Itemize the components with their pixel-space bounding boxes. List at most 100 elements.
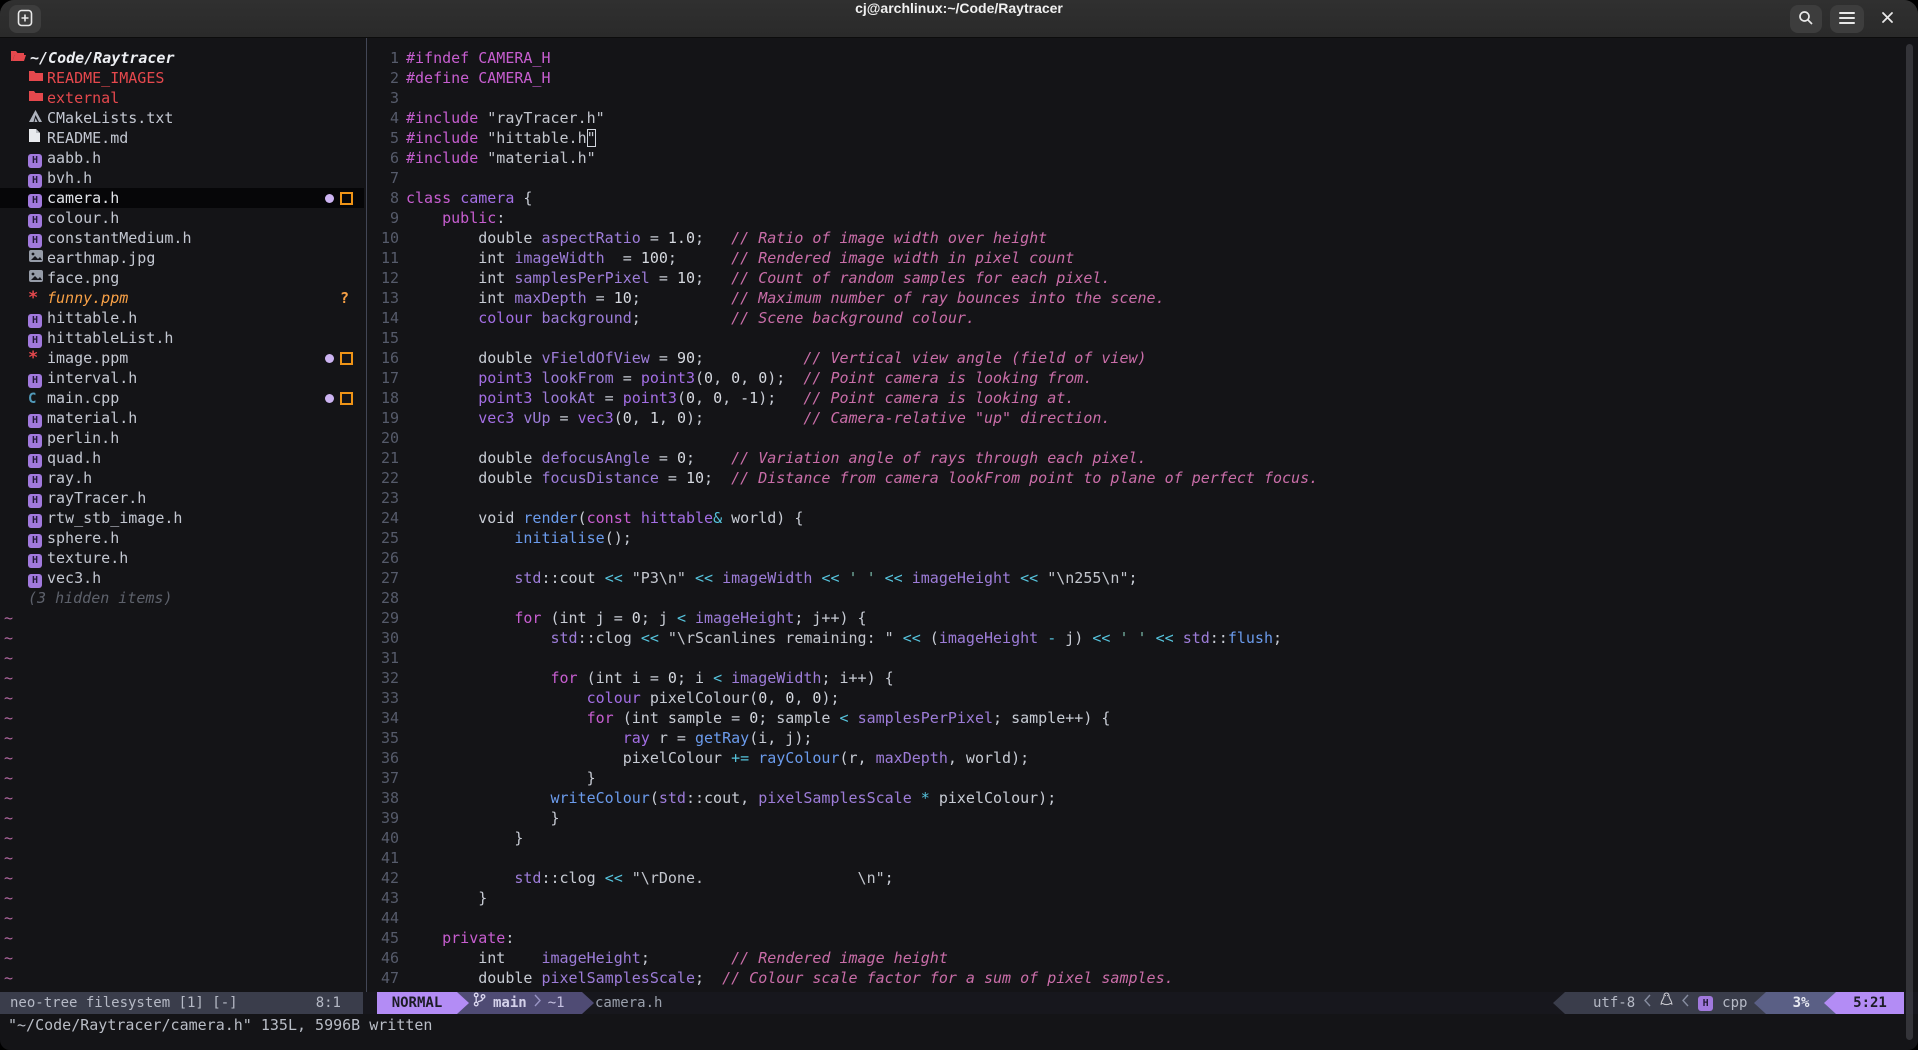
code-line-20[interactable]: 20 [367,428,1918,448]
code-line-2[interactable]: 2#define CAMERA_H [367,68,1918,88]
code-line-45[interactable]: 45 private: [367,928,1918,948]
tree-item-hittable-h[interactable]: Hhittable.h [0,308,364,328]
code-line-7[interactable]: 7 [367,168,1918,188]
window-title: cj@archlinux:~/Code/Raytracer [0,0,1918,38]
tree-item-interval-h[interactable]: Hinterval.h [0,368,364,388]
code-line-9[interactable]: 9 public: [367,208,1918,228]
code-line-40[interactable]: 40 } [367,828,1918,848]
code-line-8[interactable]: 8class camera { [367,188,1918,208]
code-line-14[interactable]: 14 colour background; // Scene backgroun… [367,308,1918,328]
code-line-3[interactable]: 3 [367,88,1918,108]
code-line-28[interactable]: 28 [367,588,1918,608]
tree-item-hittablelist-h[interactable]: HhittableList.h [0,328,364,348]
code-line-41[interactable]: 41 [367,848,1918,868]
code-text: #include "material.h" [406,148,596,168]
cmake-icon [28,108,46,128]
code-line-5[interactable]: 5#include "hittable.h" [367,128,1918,148]
code-line-10[interactable]: 10 double aspectRatio = 1.0; // Ratio of… [367,228,1918,248]
tree-item-material-h[interactable]: Hmaterial.h [0,408,364,428]
tree-hidden-items-note[interactable]: (3 hidden items) [0,588,364,608]
line-number: 18 [367,388,399,408]
code-text: ray r = getRay(i, j); [406,728,812,748]
code-line-38[interactable]: 38 writeColour(std::cout, pixelSamplesSc… [367,788,1918,808]
code-line-31[interactable]: 31 [367,648,1918,668]
code-line-33[interactable]: 33 colour pixelColour(0, 0, 0); [367,688,1918,708]
statusline-right-segment: utf-8 H cpp [1565,992,1766,1014]
code-line-17[interactable]: 17 point3 lookFrom = point3(0, 0, 0); //… [367,368,1918,388]
code-line-37[interactable]: 37 } [367,768,1918,788]
code-line-25[interactable]: 25 initialise(); [367,528,1918,548]
code-line-4[interactable]: 4#include "rayTracer.h" [367,108,1918,128]
tree-item-sphere-h[interactable]: Hsphere.h [0,528,364,548]
code-line-12[interactable]: 12 int samplesPerPixel = 10; // Count of… [367,268,1918,288]
mode-indicator: NORMAL [377,992,457,1014]
code-line-46[interactable]: 46 int imageHeight; // Rendered image he… [367,948,1918,968]
code-text: #ifndef CAMERA_H [406,48,551,68]
tree-item-main-cpp[interactable]: Cmain.cpp [0,388,364,408]
search-button[interactable] [1790,5,1822,33]
code-line-34[interactable]: 34 for (int sample = 0; sample < samples… [367,708,1918,728]
code-line-16[interactable]: 16 double vFieldOfView = 90; // Vertical… [367,348,1918,368]
tree-item--code-raytracer[interactable]: ~/Code/Raytracer [0,48,364,68]
code-line-6[interactable]: 6#include "material.h" [367,148,1918,168]
file-name: texture.h [47,548,128,568]
file-name: colour.h [47,208,119,228]
code-line-11[interactable]: 11 int imageWidth = 100; // Rendered ima… [367,248,1918,268]
tree-item-readme-md[interactable]: README.md [0,128,364,148]
file-name: sphere.h [47,528,119,548]
code-line-43[interactable]: 43 } [367,888,1918,908]
menu-button[interactable] [1830,5,1864,33]
tree-item-bvh-h[interactable]: Hbvh.h [0,168,364,188]
file-name: earthmap.jpg [47,248,155,268]
code-line-13[interactable]: 13 int maxDepth = 10; // Maximum number … [367,288,1918,308]
tree-item-texture-h[interactable]: Htexture.h [0,548,364,568]
code-line-44[interactable]: 44 [367,908,1918,928]
code-line-24[interactable]: 24 void render(const hittable& world) { [367,508,1918,528]
code-line-1[interactable]: 1#ifndef CAMERA_H [367,48,1918,68]
file-name: aabb.h [47,148,101,168]
code-line-30[interactable]: 30 std::clog << "\rScanlines remaining: … [367,628,1918,648]
code-line-18[interactable]: 18 point3 lookAt = point3(0, 0, -1); // … [367,388,1918,408]
code-line-35[interactable]: 35 ray r = getRay(i, j); [367,728,1918,748]
tree-item-colour-h[interactable]: Hcolour.h [0,208,364,228]
code-line-27[interactable]: 27 std::cout << "P3\n" << imageWidth << … [367,568,1918,588]
file-encoding: utf-8 [1593,992,1635,1014]
code-line-15[interactable]: 15 [367,328,1918,348]
close-button[interactable] [1872,5,1902,33]
tree-item-quad-h[interactable]: Hquad.h [0,448,364,468]
filetype-label: cpp [1722,992,1747,1014]
line-number: 13 [367,288,399,308]
tree-item-image-ppm[interactable]: *image.ppm [0,348,364,368]
header-file-icon: H [28,188,46,208]
tree-item-rtw-stb-image-h[interactable]: Hrtw_stb_image.h [0,508,364,528]
code-line-23[interactable]: 23 [367,488,1918,508]
file-tree-panel[interactable]: ~/Code/RaytracerREADME_IMAGESexternalCMa… [0,38,364,992]
code-line-26[interactable]: 26 [367,548,1918,568]
tree-item-perlin-h[interactable]: Hperlin.h [0,428,364,448]
code-line-39[interactable]: 39 } [367,808,1918,828]
code-line-47[interactable]: 47 double pixelSamplesScale; // Colour s… [367,968,1918,988]
unstaged-square-marker [340,352,353,365]
code-line-36[interactable]: 36 pixelColour += rayColour(r, maxDepth,… [367,748,1918,768]
tree-item-funny-ppm[interactable]: *funny.ppm? [0,288,364,308]
tree-item-readme-images[interactable]: README_IMAGES [0,68,364,88]
tree-item-constantmedium-h[interactable]: HconstantMedium.h [0,228,364,248]
tree-item-cmakelists-txt[interactable]: CMakeLists.txt [0,108,364,128]
code-line-42[interactable]: 42 std::clog << "\rDone. \n"; [367,868,1918,888]
code-line-21[interactable]: 21 double defocusAngle = 0; // Variation… [367,448,1918,468]
tree-item-ray-h[interactable]: Hray.h [0,468,364,488]
code-editor[interactable]: 1#ifndef CAMERA_H2#define CAMERA_H34#inc… [367,38,1918,992]
scrollbar[interactable] [1906,44,1913,1040]
tree-item-external[interactable]: external [0,88,364,108]
code-line-19[interactable]: 19 vec3 vUp = vec3(0, 1, 0); // Camera-r… [367,408,1918,428]
tree-item-camera-h[interactable]: Hcamera.h [0,188,364,208]
code-line-22[interactable]: 22 double focusDistance = 10; // Distanc… [367,468,1918,488]
header-file-icon: H [28,528,46,548]
tree-item-vec3-h[interactable]: Hvec3.h [0,568,364,588]
code-line-29[interactable]: 29 for (int j = 0; j < imageHeight; j++)… [367,608,1918,628]
tree-item-face-png[interactable]: face.png [0,268,364,288]
tree-item-aabb-h[interactable]: Haabb.h [0,148,364,168]
tree-item-raytracer-h[interactable]: HrayTracer.h [0,488,364,508]
tree-item-earthmap-jpg[interactable]: earthmap.jpg [0,248,364,268]
code-line-32[interactable]: 32 for (int i = 0; i < imageWidth; i++) … [367,668,1918,688]
